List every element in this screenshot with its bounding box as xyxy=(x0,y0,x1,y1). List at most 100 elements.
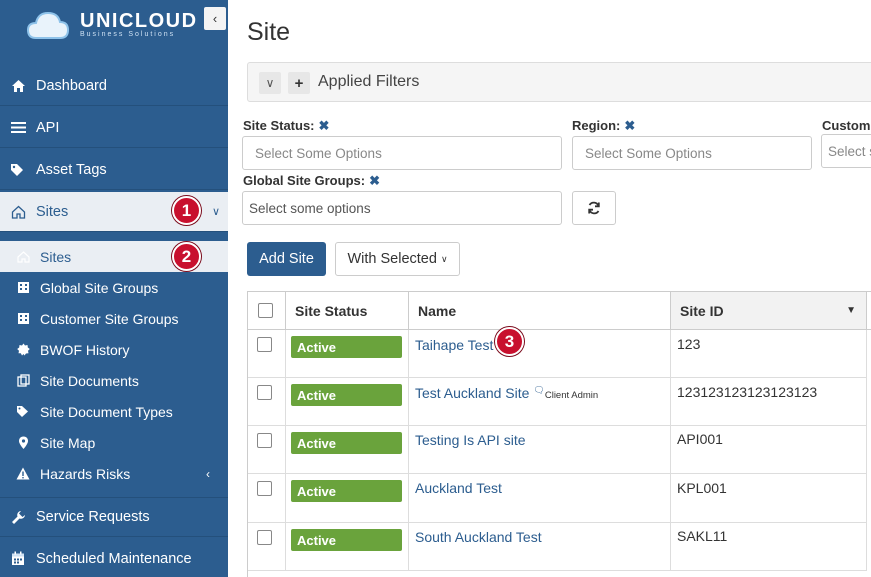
site-id-cell: 123123123123123123 xyxy=(671,378,867,426)
refresh-icon xyxy=(588,201,600,215)
customer-select[interactable]: Select s xyxy=(821,134,871,168)
select-all-header xyxy=(248,292,286,330)
sidebar-collapse-button[interactable]: ‹ xyxy=(204,7,226,30)
sidebar-item-label: Hazards Risks xyxy=(40,465,131,482)
sidebar-item-label: Dashboard xyxy=(36,77,107,94)
sidebar-item-asset-tags[interactable]: Asset Tags xyxy=(0,150,228,190)
column-header-overflow xyxy=(867,292,871,330)
global-site-groups-select[interactable]: Select some options xyxy=(242,191,562,225)
caret-down-icon: ∨ xyxy=(440,253,448,264)
name-cell: Auckland Test xyxy=(409,474,671,523)
add-filter-button[interactable]: + xyxy=(288,72,310,94)
global-site-groups-label: Global Site Groups: ✖ xyxy=(243,173,380,188)
site-id-cell: 123 xyxy=(671,330,867,378)
chevron-down-icon: ∨ xyxy=(211,206,220,218)
badge-icon xyxy=(16,343,30,356)
calendar-icon xyxy=(10,551,26,566)
annotation-marker-2: 2 xyxy=(172,242,201,271)
copy-icon xyxy=(16,374,30,387)
applied-filters-label: Applied Filters xyxy=(318,73,420,90)
status-cell: Active xyxy=(286,378,409,426)
filters-toggle-button[interactable]: ∨ xyxy=(259,72,281,94)
sidebar-item-label: Sites xyxy=(40,248,72,265)
sidebar-item-label: Site Document Types xyxy=(40,403,173,420)
chevron-down-icon: ∨ xyxy=(265,76,275,90)
status-badge: Active xyxy=(291,480,402,502)
applied-filters-bar[interactable]: ∨ + Applied Filters xyxy=(247,62,871,102)
sidebar-item-label: API xyxy=(36,119,60,136)
site-status-label: Site Status: ✖ xyxy=(243,118,330,133)
row-checkbox[interactable] xyxy=(257,337,272,352)
row-checkbox[interactable] xyxy=(257,481,272,496)
sidebar-subitem-site-document-types[interactable]: Site Document Types xyxy=(0,396,228,427)
chevron-left-icon: ‹ xyxy=(212,11,218,26)
name-cell: Taihape Test 3 xyxy=(409,327,671,378)
comment-icon: 🗨 xyxy=(533,385,545,395)
status-badge: Active xyxy=(291,432,402,454)
column-header-name[interactable]: Name xyxy=(409,292,671,330)
with-selected-dropdown[interactable]: With Selected ∨ xyxy=(335,242,460,276)
unicloud-logo[interactable]: UNICLOUD Business Solutions xyxy=(26,6,206,46)
sidebar-item-label: Service Requests xyxy=(36,509,150,525)
sidebar-item-label: Site Documents xyxy=(40,372,139,389)
site-name-link[interactable]: Testing Is API site xyxy=(415,432,526,448)
table-row[interactable] xyxy=(248,378,286,426)
sidebar-subitem-bwof-history[interactable]: BWOF History xyxy=(0,334,228,365)
site-name-link[interactable]: Auckland Test xyxy=(415,480,502,496)
table-row[interactable] xyxy=(248,330,286,378)
sidebar-subitem-site-map[interactable]: Site Map xyxy=(0,427,228,458)
status-badge: Active xyxy=(291,384,402,406)
site-name-link[interactable]: Test Auckland Site xyxy=(415,385,529,401)
table-row[interactable] xyxy=(248,426,286,474)
select-all-checkbox[interactable] xyxy=(258,303,273,318)
site-name-link[interactable]: South Auckland Test xyxy=(415,529,542,545)
building-icon xyxy=(16,281,30,294)
site-name-link[interactable]: Taihape Test xyxy=(415,337,493,353)
sidebar-item-scheduled-maintenance[interactable]: Scheduled Maintenance xyxy=(0,539,228,577)
column-header-site-id[interactable]: Site ID ▼ xyxy=(671,292,867,330)
menu-icon xyxy=(10,121,26,134)
refresh-filters-button[interactable] xyxy=(572,191,616,225)
sidebar-item-label: Customer Site Groups xyxy=(40,310,179,327)
chevron-left-icon: ‹ xyxy=(206,466,210,481)
brand-tagline: Business Solutions xyxy=(80,31,176,38)
map-marker-icon xyxy=(16,436,30,450)
sidebar-item-label: Sites xyxy=(36,203,69,220)
sidebar-item-label: BWOF History xyxy=(40,341,130,358)
tags-icon xyxy=(16,405,30,418)
cloud-icon xyxy=(26,11,70,39)
wrench-icon xyxy=(10,510,26,525)
sidebar-subitem-global-site-groups[interactable]: Global Site Groups xyxy=(0,272,228,303)
clear-filter-icon[interactable]: ✖ xyxy=(624,118,635,133)
sidebar-subitem-hazards-risks[interactable]: Hazards Risks ‹ xyxy=(0,458,228,489)
sidebar-item-api[interactable]: API xyxy=(0,108,228,148)
sidebar-item-label: Site Map xyxy=(40,434,96,451)
site-status-select[interactable]: Select Some Options xyxy=(242,136,562,170)
tags-icon xyxy=(10,163,26,177)
sidebar-subitem-customer-site-groups[interactable]: Customer Site Groups xyxy=(0,303,228,334)
name-cell: Testing Is API site xyxy=(409,426,671,474)
status-cell: Active xyxy=(286,523,409,571)
region-select[interactable]: Select Some Options xyxy=(572,136,812,170)
clear-filter-icon[interactable]: ✖ xyxy=(369,173,380,188)
clear-filter-icon[interactable]: ✖ xyxy=(319,118,330,133)
sites-table: Site Status Name Site ID ▼ Active Taihap… xyxy=(247,291,871,577)
sidebar-subitem-site-documents[interactable]: Site Documents xyxy=(0,365,228,396)
sidebar-item-service-requests[interactable]: Service Requests xyxy=(0,497,228,537)
sidebar: UNICLOUD Business Solutions ‹ Dashboard … xyxy=(0,0,228,577)
sidebar-item-dashboard[interactable]: Dashboard xyxy=(0,66,228,106)
home-icon xyxy=(10,79,26,93)
row-checkbox[interactable] xyxy=(257,530,272,545)
column-header-site-status[interactable]: Site Status xyxy=(286,292,409,330)
building-icon xyxy=(16,312,30,325)
customer-label: Custom xyxy=(822,118,871,133)
add-site-button[interactable]: Add Site xyxy=(247,242,326,276)
table-row[interactable] xyxy=(248,474,286,523)
annotation-marker-1: 1 xyxy=(172,196,201,225)
home-outline-icon xyxy=(16,250,30,263)
region-label: Region: ✖ xyxy=(572,118,636,133)
home-outline-icon xyxy=(10,205,26,219)
row-checkbox[interactable] xyxy=(257,433,272,448)
table-row[interactable] xyxy=(248,523,286,571)
row-checkbox[interactable] xyxy=(257,385,272,400)
